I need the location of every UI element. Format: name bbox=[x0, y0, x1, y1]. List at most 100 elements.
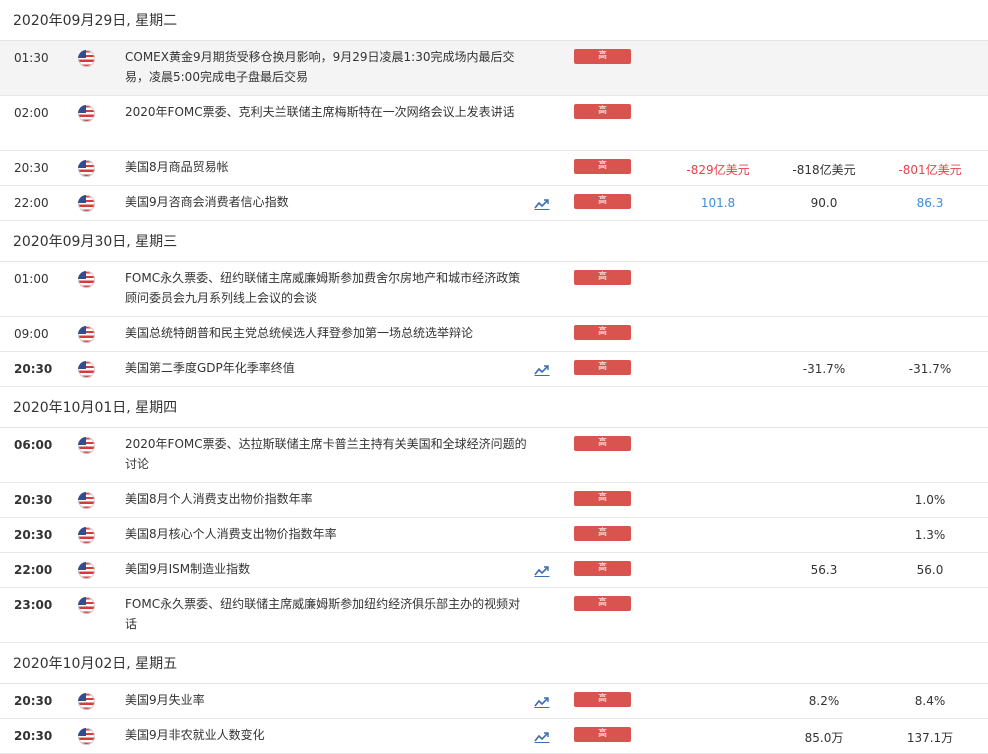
event-title[interactable]: 美国9月ISM制造业指数 bbox=[125, 559, 530, 579]
event-title[interactable]: 2020年FOMC票委、达拉斯联储主席卡普兰主持有关美国和全球经济问题的讨论 bbox=[125, 434, 530, 474]
previous-value: -801亿美元 bbox=[898, 163, 962, 177]
us-flag-icon bbox=[78, 326, 95, 343]
event-row[interactable]: 01:30 COMEX黄金9月期货受移仓换月影响，9月29日凌晨1:30完成场内最… bbox=[0, 41, 988, 96]
event-title[interactable]: 美国9月失业率 bbox=[125, 690, 530, 710]
previous-value: 8.4% bbox=[914, 694, 946, 708]
event-title[interactable]: 美国8月个人消费支出物价指数年率 bbox=[125, 489, 530, 509]
event-row[interactable]: 20:30 美国8月核心个人消费支出物价指数年率 高 1.3% bbox=[0, 518, 988, 553]
event-row[interactable]: 02:00 2020年FOMC票委、克利夫兰联储主席梅斯特在一次网络会议上发表讲话… bbox=[0, 96, 988, 151]
event-title[interactable]: 美国9月非农就业人数变化 bbox=[125, 725, 530, 745]
us-flag-icon bbox=[78, 160, 95, 177]
previous-value: 1.0% bbox=[914, 493, 946, 507]
previous-value: -31.7% bbox=[908, 362, 952, 376]
actual-value: -829亿美元 bbox=[686, 163, 750, 177]
event-row[interactable]: 20:30 美国8月商品贸易帐 高 -829亿美元 -818亿美元 -801亿美元 bbox=[0, 151, 988, 186]
event-title[interactable]: FOMC永久票委、纽约联储主席威廉姆斯参加费舍尔房地产和城市经济政策顾问委员会九… bbox=[125, 268, 530, 308]
previous-value: 56.0 bbox=[916, 563, 944, 577]
flag-canton bbox=[78, 437, 86, 445]
us-flag-icon bbox=[78, 437, 95, 454]
previous-value: 86.3 bbox=[916, 196, 944, 210]
chart-line-icon[interactable] bbox=[534, 198, 550, 210]
economic-calendar: 2020年09月29日, 星期二 01:30 COMEX黄金9月期货受移仓换月影响，… bbox=[0, 0, 988, 754]
previous-value: 137.1万 bbox=[906, 731, 954, 745]
forecast-value: -818亿美元 bbox=[792, 163, 856, 177]
importance-badge: 高 bbox=[574, 49, 631, 64]
flag-canton bbox=[78, 597, 86, 605]
importance-badge: 高 bbox=[574, 596, 631, 611]
event-title[interactable]: 美国8月核心个人消费支出物价指数年率 bbox=[125, 524, 530, 544]
flag-canton bbox=[78, 527, 86, 535]
event-row[interactable]: 20:30 美国8月个人消费支出物价指数年率 高 1.0% bbox=[0, 483, 988, 518]
event-time: 22:00 bbox=[14, 196, 49, 210]
event-title[interactable]: 美国9月咨商会消费者信心指数 bbox=[125, 192, 530, 212]
flag-canton bbox=[78, 693, 86, 701]
chart-line-icon[interactable] bbox=[534, 364, 550, 376]
chart-line-icon[interactable] bbox=[534, 731, 550, 743]
flag-canton bbox=[78, 361, 86, 369]
importance-badge: 高 bbox=[574, 194, 631, 209]
forecast-value: 56.3 bbox=[810, 563, 838, 577]
event-title[interactable]: FOMC永久票委、纽约联储主席威廉姆斯参加纽约经济俱乐部主办的视频对话 bbox=[125, 594, 530, 634]
event-row[interactable]: 20:30 美国9月失业率 高 8.2% 8.4% bbox=[0, 684, 988, 719]
forecast-value: -31.7% bbox=[802, 362, 846, 376]
event-time: 01:00 bbox=[14, 272, 49, 286]
importance-badge: 高 bbox=[574, 270, 631, 285]
event-time: 23:00 bbox=[14, 598, 53, 612]
date-header-text: 2020年10月02日, 星期五 bbox=[13, 656, 178, 672]
flag-canton bbox=[78, 728, 86, 736]
importance-badge: 高 bbox=[574, 727, 631, 742]
event-time: 02:00 bbox=[14, 106, 49, 120]
event-time: 22:00 bbox=[14, 563, 53, 577]
event-row[interactable]: 09:00 美国总统特朗普和民主党总统候选人拜登参加第一场总统选举辩论 高 bbox=[0, 317, 988, 352]
us-flag-icon bbox=[78, 562, 95, 579]
importance-badge: 高 bbox=[574, 325, 631, 340]
event-row[interactable]: 01:00 FOMC永久票委、纽约联储主席威廉姆斯参加费舍尔房地产和城市经济政策顾… bbox=[0, 262, 988, 317]
previous-value: 1.3% bbox=[914, 528, 946, 542]
importance-badge: 高 bbox=[574, 491, 631, 506]
flag-canton bbox=[78, 492, 86, 500]
us-flag-icon bbox=[78, 728, 95, 745]
us-flag-icon bbox=[78, 597, 95, 614]
flag-canton bbox=[78, 271, 86, 279]
date-header-text: 2020年09月30日, 星期三 bbox=[13, 234, 178, 250]
event-title[interactable]: 2020年FOMC票委、克利夫兰联储主席梅斯特在一次网络会议上发表讲话 bbox=[125, 102, 530, 122]
date-header: 2020年09月29日, 星期二 bbox=[0, 0, 988, 41]
event-time: 20:30 bbox=[14, 493, 53, 507]
chart-line-icon[interactable] bbox=[534, 696, 550, 708]
event-row[interactable]: 23:00 FOMC永久票委、纽约联储主席威廉姆斯参加纽约经济俱乐部主办的视频对话… bbox=[0, 588, 988, 643]
event-row[interactable]: 20:30 美国9月非农就业人数变化 高 85.0万 137.1万 bbox=[0, 719, 988, 754]
event-title[interactable]: COMEX黄金9月期货受移仓换月影响，9月29日凌晨1:30完成场内最后交易，凌… bbox=[125, 47, 530, 87]
event-time: 09:00 bbox=[14, 327, 49, 341]
event-title[interactable]: 美国8月商品贸易帐 bbox=[125, 157, 530, 177]
flag-canton bbox=[78, 562, 86, 570]
forecast-value: 85.0万 bbox=[804, 731, 844, 745]
importance-badge: 高 bbox=[574, 360, 631, 375]
event-row[interactable]: 22:00 美国9月ISM制造业指数 高 56.3 56.0 bbox=[0, 553, 988, 588]
importance-badge: 高 bbox=[574, 436, 631, 451]
date-header-text: 2020年09月29日, 星期二 bbox=[13, 13, 178, 29]
event-title[interactable]: 美国总统特朗普和民主党总统候选人拜登参加第一场总统选举辩论 bbox=[125, 323, 530, 343]
importance-badge: 高 bbox=[574, 159, 631, 174]
us-flag-icon bbox=[78, 105, 95, 122]
importance-badge: 高 bbox=[574, 692, 631, 707]
flag-canton bbox=[78, 50, 86, 58]
us-flag-icon bbox=[78, 693, 95, 710]
importance-badge: 高 bbox=[574, 104, 631, 119]
flag-canton bbox=[78, 105, 86, 113]
event-time: 06:00 bbox=[14, 438, 53, 452]
us-flag-icon bbox=[78, 195, 95, 212]
us-flag-icon bbox=[78, 361, 95, 378]
actual-value: 101.8 bbox=[700, 196, 736, 210]
date-header-text: 2020年10月01日, 星期四 bbox=[13, 400, 178, 416]
forecast-value: 8.2% bbox=[808, 694, 840, 708]
event-title[interactable]: 美国第二季度GDP年化季率终值 bbox=[125, 358, 530, 378]
forecast-value: 90.0 bbox=[810, 196, 838, 210]
event-row[interactable]: 22:00 美国9月咨商会消费者信心指数 高 101.8 90.0 86.3 bbox=[0, 186, 988, 221]
event-row[interactable]: 06:00 2020年FOMC票委、达拉斯联储主席卡普兰主持有关美国和全球经济问题… bbox=[0, 428, 988, 483]
event-row[interactable]: 20:30 美国第二季度GDP年化季率终值 高 -31.7% -31.7% bbox=[0, 352, 988, 387]
us-flag-icon bbox=[78, 492, 95, 509]
chart-line-icon[interactable] bbox=[534, 565, 550, 577]
us-flag-icon bbox=[78, 271, 95, 288]
flag-canton bbox=[78, 195, 86, 203]
event-time: 20:30 bbox=[14, 528, 53, 542]
